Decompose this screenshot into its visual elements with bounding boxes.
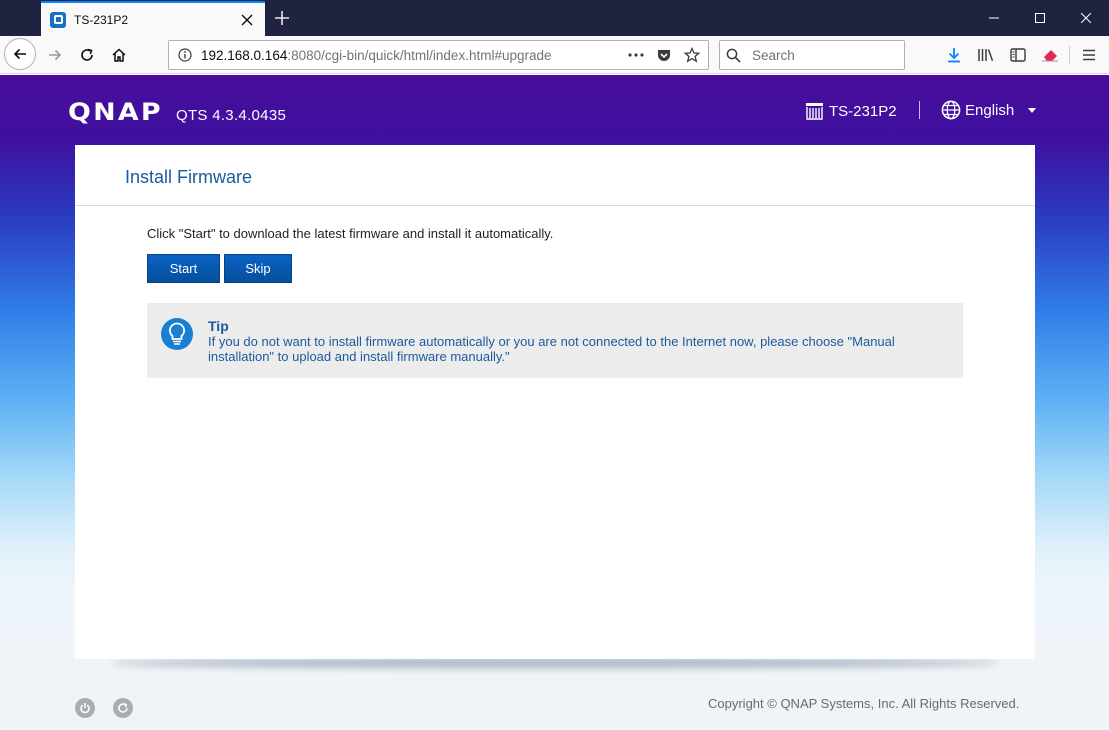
download-arrow-icon <box>948 48 960 63</box>
home-button[interactable] <box>104 40 134 70</box>
pocket-icon[interactable] <box>652 43 676 67</box>
new-tab-button[interactable] <box>268 4 296 32</box>
browser-tabstrip: TS-231P2 <box>0 0 1109 36</box>
url-text[interactable]: 192.168.0.164:8080/cgi-bin/quick/html/in… <box>201 48 552 63</box>
library-icon <box>978 49 994 62</box>
start-button[interactable]: Start <box>147 254 220 283</box>
library-button[interactable] <box>971 40 1001 70</box>
tab-close-icon[interactable] <box>235 8 259 32</box>
restart-icon[interactable] <box>113 698 133 718</box>
instruction-text: Click "Start" to download the latest fir… <box>147 226 554 241</box>
window-minimize-button[interactable] <box>971 0 1017 36</box>
extension-button[interactable] <box>1035 40 1065 70</box>
tip-box: Tip If you do not want to install firmwa… <box>147 303 963 378</box>
url-path: :8080/cgi-bin/quick/html/index.html#upgr… <box>287 47 552 63</box>
browser-tab[interactable]: TS-231P2 <box>41 1 265 36</box>
back-button[interactable] <box>4 38 36 70</box>
tip-title: Tip <box>208 318 229 334</box>
window-close-button[interactable] <box>1063 0 1109 36</box>
title-divider <box>75 205 1035 206</box>
site-info-icon[interactable] <box>173 48 197 62</box>
copyright-text: Copyright © QNAP Systems, Inc. All Right… <box>708 696 1020 711</box>
eraser-extension-icon <box>1042 50 1058 62</box>
window-maximize-button[interactable] <box>1017 0 1063 36</box>
tip-text: If you do not want to install firmware a… <box>208 334 895 364</box>
toolbar-separator <box>1069 46 1070 64</box>
page-content: QNAP QTS 4.3.4.0435 TS-231P2 English Ins… <box>0 75 1109 730</box>
qnap-favicon-icon <box>50 11 66 28</box>
hamburger-menu-icon <box>1083 49 1095 61</box>
forward-button[interactable] <box>40 40 70 70</box>
language-selector[interactable]: English <box>941 100 1037 120</box>
install-firmware-panel: Install Firmware Click "Start" to downlo… <box>75 145 1035 659</box>
bookmark-star-icon[interactable] <box>680 43 704 67</box>
home-icon <box>112 48 126 62</box>
sidebar-icon <box>1010 48 1026 62</box>
qnap-header: QNAP QTS 4.3.4.0435 TS-231P2 English <box>0 75 1109 145</box>
browser-navbar: 192.168.0.164:8080/cgi-bin/quick/html/in… <box>0 36 1109 74</box>
card-shadow <box>110 658 1000 668</box>
reload-icon <box>81 48 93 61</box>
search-bar[interactable] <box>719 40 905 70</box>
header-separator <box>919 101 920 119</box>
power-icon[interactable] <box>75 698 95 718</box>
firmware-version: QTS 4.3.4.0435 <box>176 107 287 124</box>
url-bar[interactable]: 192.168.0.164:8080/cgi-bin/quick/html/in… <box>168 40 709 70</box>
search-input[interactable] <box>752 47 892 63</box>
forward-arrow-icon <box>49 49 62 61</box>
tab-title: TS-231P2 <box>74 12 129 27</box>
lightbulb-icon <box>161 318 193 350</box>
sidebar-toggle-button[interactable] <box>1003 40 1033 70</box>
globe-icon <box>941 100 961 120</box>
reload-button[interactable] <box>72 40 102 70</box>
downloads-button[interactable] <box>939 40 969 70</box>
device-name: TS-231P2 <box>829 102 897 120</box>
menu-button[interactable] <box>1074 40 1104 70</box>
chevron-down-icon <box>1028 107 1037 113</box>
url-host: 192.168.0.164 <box>201 47 288 63</box>
language-label: English <box>965 101 1015 119</box>
device-info: TS-231P2 <box>805 102 897 120</box>
nas-device-icon <box>806 103 823 120</box>
back-arrow-icon <box>13 48 26 60</box>
page-actions-icon[interactable] <box>624 43 648 67</box>
skip-button[interactable]: Skip <box>224 254 292 283</box>
qnap-logo: QNAP <box>68 98 163 126</box>
search-icon <box>726 48 750 63</box>
page-title: Install Firmware <box>125 167 253 187</box>
